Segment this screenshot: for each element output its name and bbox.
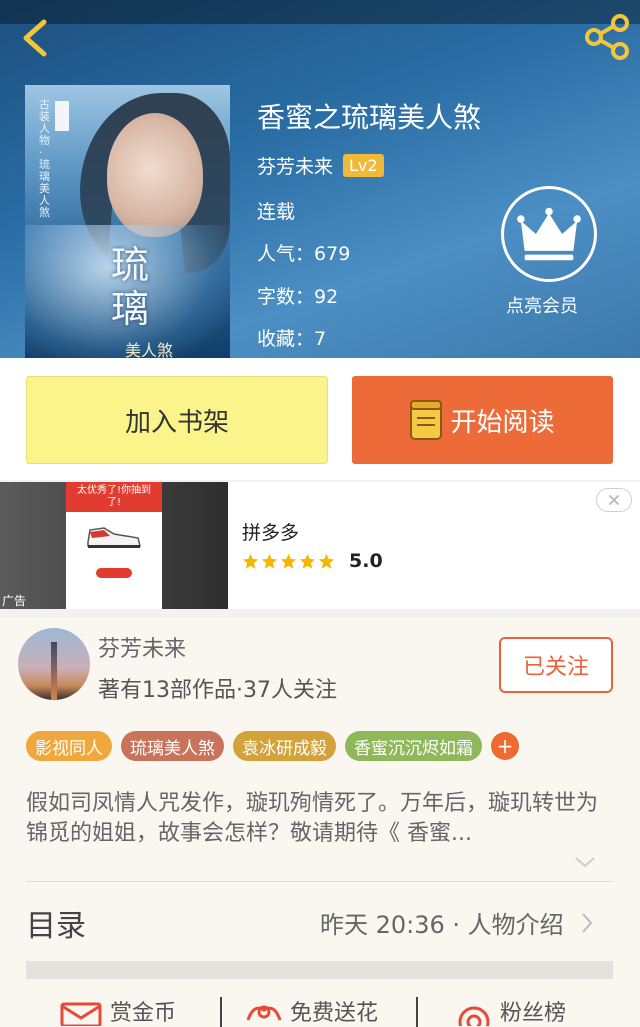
start-reading-button[interactable]: 开始阅读 [352, 376, 613, 464]
send-flower-button[interactable]: 免费送花 [244, 995, 378, 1027]
add-tag-button[interactable]: + [491, 732, 519, 760]
bottom-bar-separator [416, 997, 418, 1027]
add-to-shelf-button[interactable]: 加入书架 [26, 376, 328, 464]
book-cover[interactable]: 古装人物·琉璃美人煞 琉璃 美人煞 [25, 85, 230, 358]
avatar[interactable] [18, 628, 90, 700]
ad-poster-button [96, 568, 132, 578]
divider [26, 881, 613, 882]
ad-poster: 太优秀了!你抽到了! [66, 482, 162, 609]
section-spacer [26, 961, 613, 979]
ad-image[interactable]: 太优秀了!你抽到了! 广告 [0, 482, 228, 609]
ad-app-name: 拼多多 [242, 522, 300, 544]
popularity-label: 人气： [257, 243, 315, 265]
author-row: 芬芳未来 Lv2 [257, 151, 384, 179]
tag-list: 影视同人 琉璃美人煞 袁冰研成毅 香蜜沉沉烬如霜 + [26, 731, 519, 761]
ad-rating-value: 5.0 [349, 550, 383, 572]
ad-poster-text: 太优秀了!你抽到了! [76, 485, 151, 508]
author-card-stats: 著有13部作品·37人关注 [98, 678, 337, 703]
words-label: 字数： [257, 286, 315, 308]
star-icon [261, 553, 278, 569]
sneaker-icon [87, 527, 141, 548]
send-flower-label: 免费送花 [290, 1001, 379, 1026]
book-favorites: 收藏：7 [257, 324, 326, 351]
share-icon[interactable] [582, 12, 632, 62]
author-card: 芬芳未来 著有13部作品·37人关注 已关注 影视同人 琉璃美人煞 袁冰研成毅 … [0, 617, 640, 1027]
words-value: 92 [314, 286, 339, 308]
ad-rating-stars: 5.0 [242, 550, 383, 572]
book-title: 香蜜之琉璃美人煞 [257, 101, 482, 134]
tag-item[interactable]: 袁冰研成毅 [233, 731, 336, 761]
book-popularity: 人气：679 [257, 239, 350, 266]
book-status: 连载 [257, 201, 296, 223]
target-icon [458, 1006, 490, 1026]
cover-face [107, 113, 203, 237]
book-word-count: 字数：92 [257, 282, 338, 309]
cover-subtitle: 美人煞 [125, 341, 174, 358]
tag-item[interactable]: 香蜜沉沉烬如霜 [345, 731, 482, 761]
fans-ranking-label: 粉丝榜 [500, 1001, 567, 1026]
crown-icon[interactable] [501, 186, 597, 282]
book-header: 古装人物·琉璃美人煞 琉璃 美人煞 香蜜之琉璃美人煞 芬芳未来 Lv2 连载 人… [0, 0, 640, 358]
star-icon [299, 553, 316, 569]
cover-title: 琉璃 [111, 243, 150, 331]
ad-banner[interactable]: 太优秀了!你抽到了! 广告 拼多多 5.0 [0, 482, 640, 609]
book-intro[interactable]: 假如司凤情人咒发作，璇玑殉情死了。万年后，璇玑转世为锦觅的姐姐，故事会怎样？敬请… [26, 789, 612, 849]
reward-coins-label: 赏金币 [110, 1001, 177, 1026]
author-name[interactable]: 芬芳未来 [257, 152, 333, 179]
book-icon [410, 400, 443, 440]
author-card-name[interactable]: 芬芳未来 [98, 631, 186, 663]
chevron-down-icon[interactable] [574, 855, 596, 869]
vip-label[interactable]: 点亮会员 [506, 292, 578, 318]
chevron-right-icon[interactable] [580, 912, 594, 934]
tag-item[interactable]: 影视同人 [26, 731, 112, 761]
avatar-tower [51, 642, 57, 700]
close-icon[interactable] [596, 488, 632, 512]
favorites-label: 收藏： [257, 328, 315, 350]
toc-label[interactable]: 目录 [26, 901, 86, 945]
flower-icon [246, 1005, 282, 1021]
popularity-value: 679 [314, 243, 351, 265]
bottom-action-bar: 赏金币 免费送花 粉丝榜 [0, 995, 640, 1027]
fans-ranking-button[interactable]: 粉丝榜 [454, 995, 566, 1027]
reward-coins-button[interactable]: 赏金币 [60, 995, 176, 1027]
cover-badge [55, 101, 69, 131]
envelope-icon [60, 1002, 102, 1026]
bottom-bar-separator [220, 997, 222, 1027]
follow-button[interactable]: 已关注 [499, 637, 613, 693]
level-badge: Lv2 [343, 153, 384, 177]
toc-latest-chapter[interactable]: 昨天 20:36 · 人物介绍 [320, 905, 564, 940]
action-bar: 加入书架 开始阅读 [0, 358, 640, 480]
book-detail-page: 古装人物·琉璃美人煞 琉璃 美人煞 香蜜之琉璃美人煞 芬芳未来 Lv2 连载 人… [0, 0, 640, 1027]
star-icon [318, 553, 335, 569]
ad-mark: 广告 [2, 594, 27, 608]
cover-credit: 古装人物·琉璃美人煞 [39, 98, 50, 219]
start-reading-label: 开始阅读 [450, 407, 555, 438]
chevron-left-icon[interactable] [16, 16, 56, 60]
star-icon [242, 553, 259, 569]
star-icon [280, 553, 297, 569]
tag-item[interactable]: 琉璃美人煞 [121, 731, 224, 761]
favorites-value: 7 [314, 328, 327, 350]
